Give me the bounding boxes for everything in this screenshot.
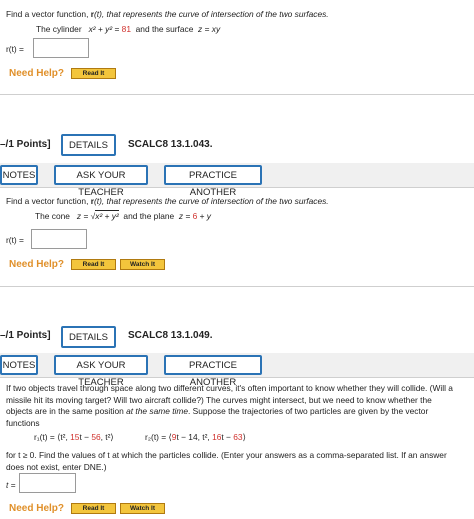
sqrt-radicand: x² + y² bbox=[95, 210, 119, 221]
q3-details-button[interactable]: DETAILS bbox=[61, 326, 116, 348]
divider bbox=[0, 377, 474, 378]
q3-points: –/1 Points] bbox=[0, 330, 51, 341]
q3-tab-ask-teacher[interactable]: ASK YOUR TEACHER bbox=[54, 355, 148, 388]
q2-details-button[interactable]: DETAILS bbox=[61, 134, 116, 156]
q3-problem-code: SCALC8 13.1.049. bbox=[128, 330, 213, 341]
q2-need-help: Need Help? bbox=[9, 259, 65, 270]
q2-prompt: Find a vector function, r(t), that repre… bbox=[6, 196, 329, 206]
q3-task: for t ≥ 0. Find the values of t at which… bbox=[6, 450, 447, 472]
q2-surfaces-line: The cone z = √x² + y² and the plane z = … bbox=[35, 210, 211, 221]
q2-points: –/1 Points] bbox=[0, 139, 51, 150]
cylinder-value: 81 bbox=[121, 24, 131, 34]
q1-need-help: Need Help? bbox=[9, 68, 65, 79]
divider bbox=[0, 286, 474, 287]
q2-tab-notes[interactable]: NOTES bbox=[0, 165, 38, 185]
q2-problem-code: SCALC8 13.1.043. bbox=[128, 139, 213, 150]
q3-watch-it-button[interactable]: Watch It bbox=[120, 503, 165, 514]
q3-paragraph: If two objects travel through space alon… bbox=[6, 383, 453, 428]
q3-answer-label: t = bbox=[6, 480, 16, 490]
q3-need-help: Need Help? bbox=[9, 503, 65, 514]
q3-answer-input[interactable] bbox=[19, 473, 76, 493]
q2-answer-label: r(t) = bbox=[6, 235, 24, 245]
q2-read-it-button[interactable]: Read It bbox=[71, 259, 116, 270]
q1-answer-input[interactable] bbox=[33, 38, 89, 58]
q2-tab-practice-another[interactable]: PRACTICE ANOTHER bbox=[164, 165, 262, 198]
q1-read-it-button[interactable]: Read It bbox=[71, 68, 116, 79]
q3-tab-practice-another[interactable]: PRACTICE ANOTHER bbox=[164, 355, 262, 388]
q3-tab-notes[interactable]: NOTES bbox=[0, 355, 38, 375]
q3-read-it-button[interactable]: Read It bbox=[71, 503, 116, 514]
q2-watch-it-button[interactable]: Watch It bbox=[120, 259, 165, 270]
divider bbox=[0, 187, 474, 188]
q1-answer-label: r(t) = bbox=[6, 44, 24, 54]
q3-r1-equation: r₁(t) = ⟨t², 15t − 56, t²⟩ bbox=[34, 432, 114, 442]
q1-surfaces-line: The cylinder x² + y² = 81 and the surfac… bbox=[36, 24, 221, 34]
q3-r2-equation: r₂(t) = ⟨9t − 14, t², 16t − 63⟩ bbox=[145, 432, 246, 442]
q2-answer-input[interactable] bbox=[31, 229, 87, 249]
divider bbox=[0, 94, 474, 95]
q2-tab-ask-teacher[interactable]: ASK YOUR TEACHER bbox=[54, 165, 148, 198]
q1-prompt: Find a vector function, r(t), that repre… bbox=[6, 9, 329, 19]
